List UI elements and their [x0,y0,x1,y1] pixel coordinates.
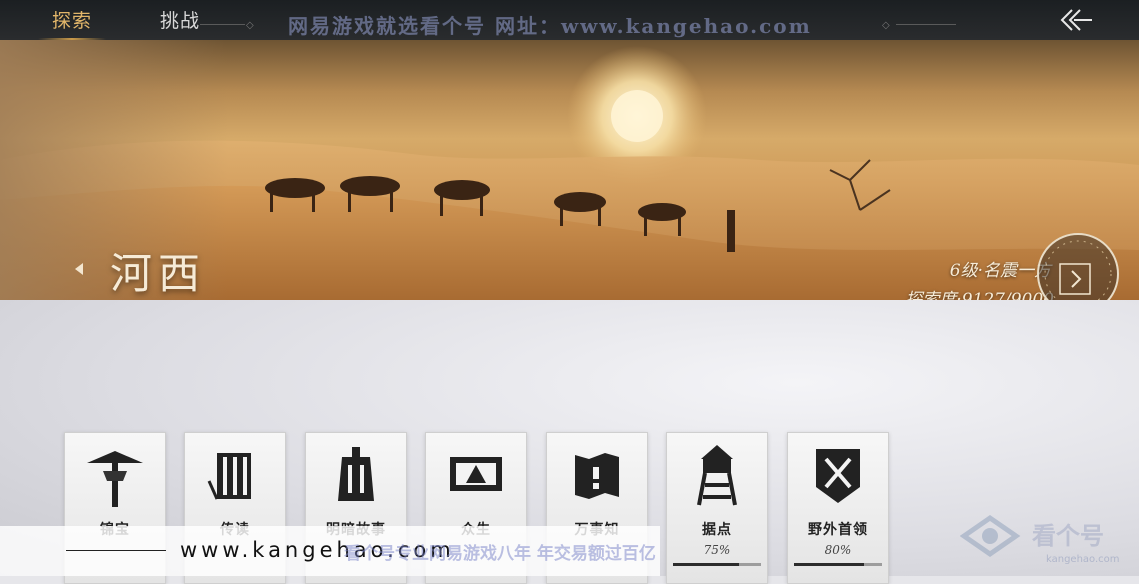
map-icon [575,453,619,499]
card-percent: 80% [824,543,852,557]
card-progress-fill [794,563,865,566]
top-nav-bar: 探索 挑战 ◇ 网易游戏就选看个号 网址：www.kangehao.com ◇ [0,0,1139,40]
bell-icon [338,447,374,501]
tab-explore[interactable]: 探索 [37,6,107,40]
divider [66,550,166,551]
watermark-logo-text: 看个号 [1032,521,1104,550]
watchtower-icon [697,445,737,506]
card-label: 野外首领 [808,522,868,538]
card-label: 据点 [702,522,732,538]
card-progress-bar [673,563,761,566]
region-name: 河西 [110,249,207,298]
watermark-top: 网易游戏就选看个号 网址：www.kangehao.com [288,14,812,38]
umbrella-icon [87,451,143,507]
diamond-ornament-icon: ◇ [246,20,254,31]
card-percent: 75% [703,543,731,557]
tab-challenge[interactable]: 挑战 [160,6,200,33]
card-judian[interactable]: 据点 75% [666,432,768,584]
watermark-logo-url: kangehao.com [1046,554,1120,565]
diamond-ornament-icon: ◇ [882,20,890,31]
region-detail-button[interactable] [1034,230,1122,300]
book-icon [207,453,251,500]
watermark-slogan: 看个号专业网易游戏八年 年交易额过百亿 [344,544,656,564]
crossed-swords-icon [816,449,860,503]
card-progress-fill [673,563,739,566]
divider [896,24,956,25]
previous-region-arrow-icon[interactable] [73,261,85,277]
card-wild-boss[interactable]: 野外首领 80% [787,432,889,584]
exploration-progress: 探索度·9127/9000 [905,290,1054,300]
scroll-icon [450,457,502,491]
divider [200,24,245,25]
collapse-arrows-icon[interactable] [1058,5,1094,35]
region-banner: 河西 ••◆ 6级·名震一方 探索度·9127/9000 [0,40,1139,300]
card-progress-bar [794,563,882,566]
